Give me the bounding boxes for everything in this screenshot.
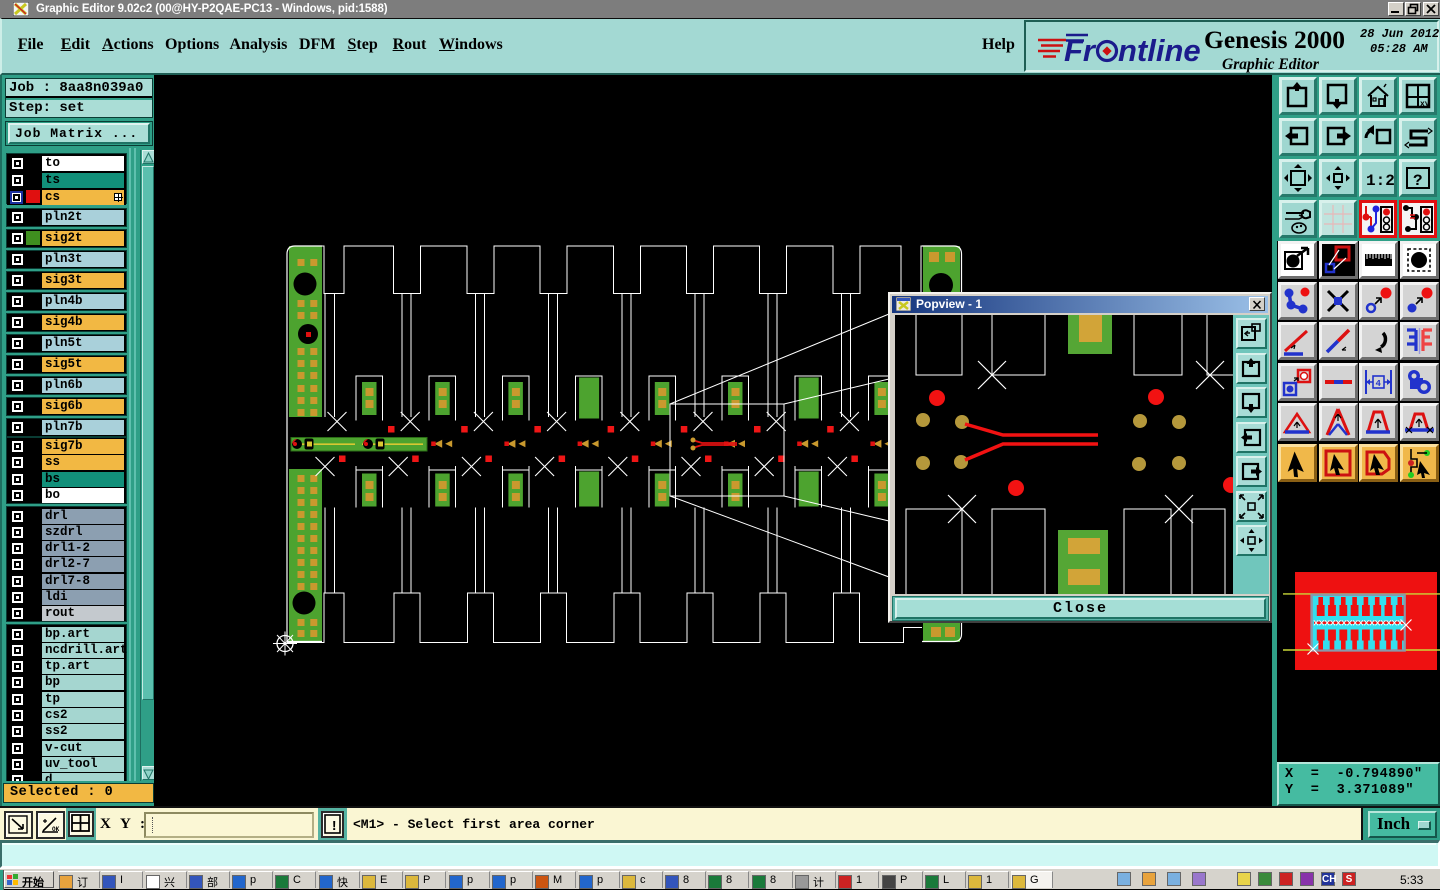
svg-text:ntline: ntline (1118, 33, 1201, 68)
svg-text:!: ! (330, 819, 338, 835)
svg-text:xy: xy (1420, 100, 1430, 109)
svg-text:OK: OK (52, 826, 60, 833)
svg-text:1:2: 1:2 (1366, 172, 1394, 190)
svg-text:Fr: Fr (1064, 33, 1097, 68)
svg-text:?: ? (1413, 172, 1423, 190)
svg-text:4: 4 (1376, 379, 1382, 389)
